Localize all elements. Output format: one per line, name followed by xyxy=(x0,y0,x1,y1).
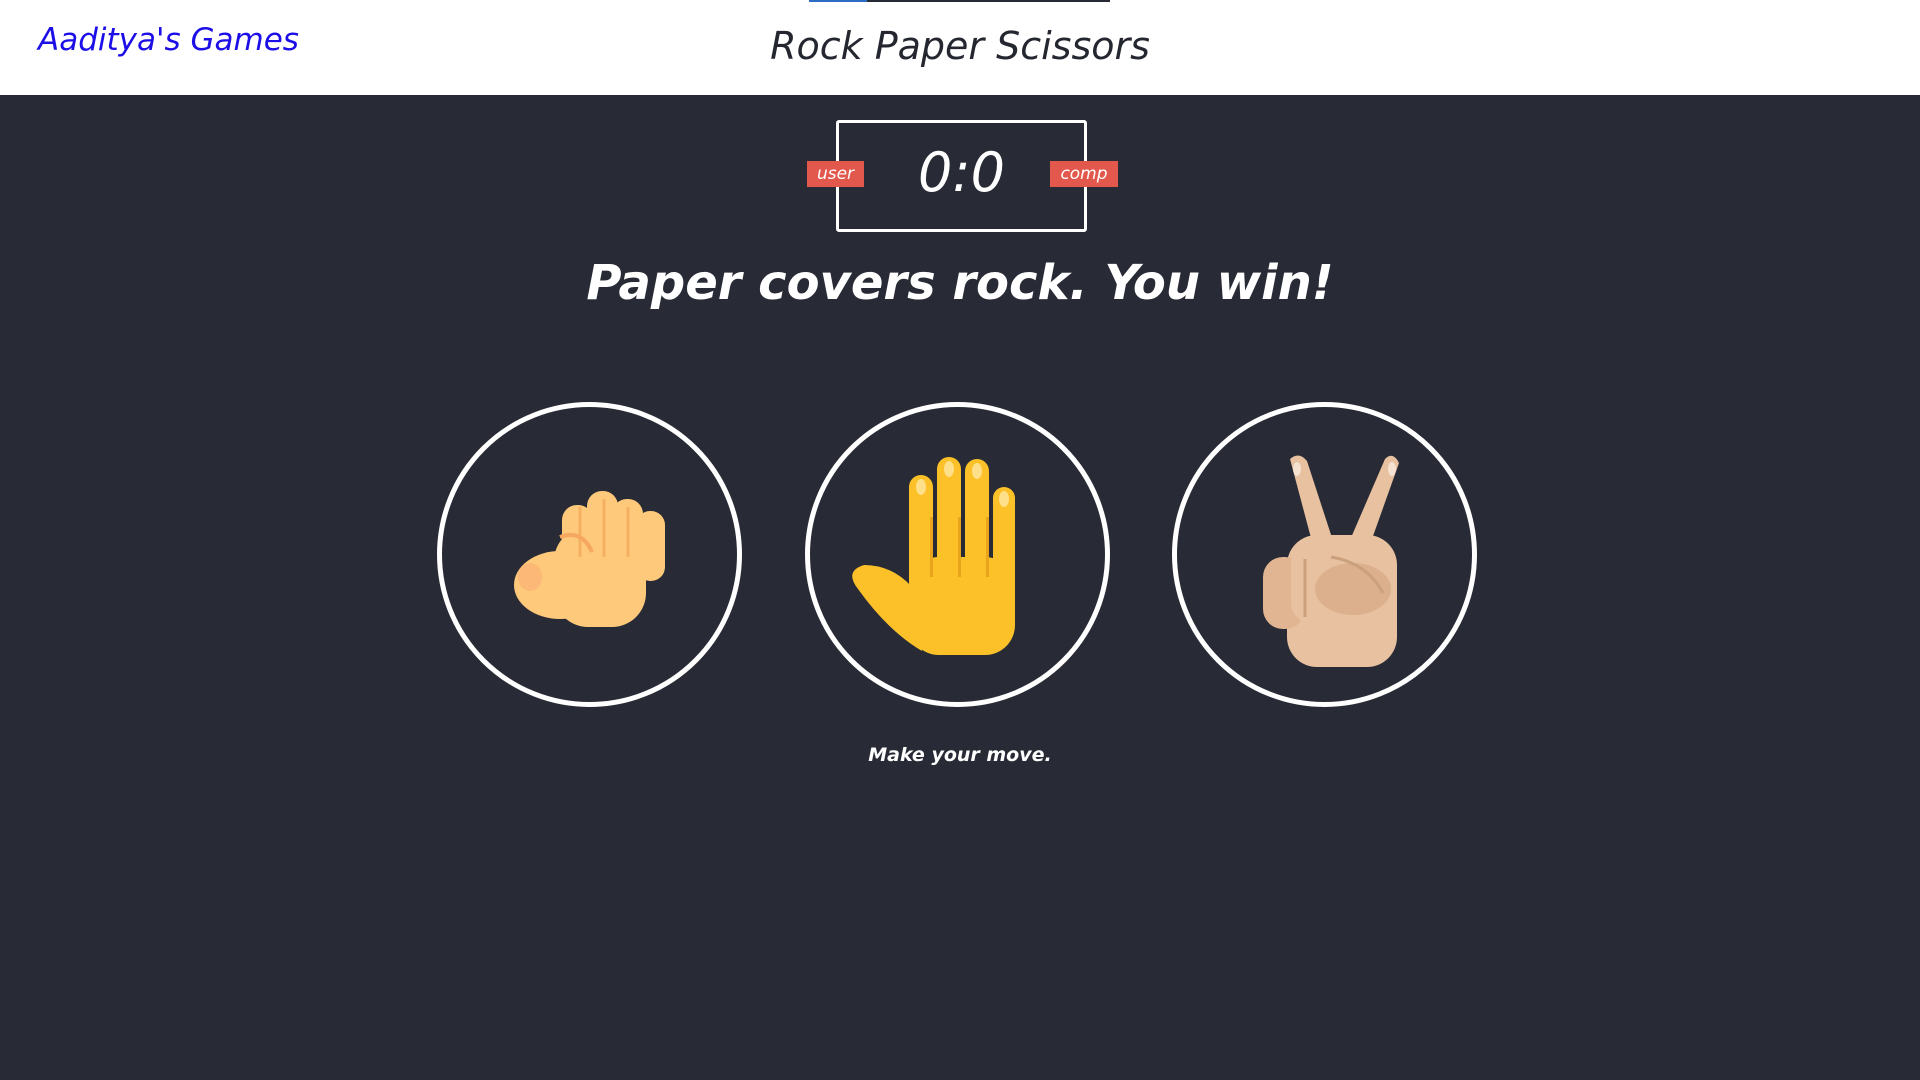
user-badge: user xyxy=(807,161,864,187)
header-accent-highlight xyxy=(809,0,867,2)
paper-choice-button[interactable] xyxy=(805,402,1110,707)
score-display: 0:0 xyxy=(918,141,1005,204)
comp-badge: comp xyxy=(1050,161,1118,187)
raised-fist-icon xyxy=(514,491,665,627)
move-prompt: Make your move. xyxy=(868,744,1052,766)
page-title: Rock Paper Scissors xyxy=(770,24,1150,68)
result-message: Paper covers rock. You win! xyxy=(586,255,1334,311)
header: Aaditya's Games Rock Paper Scissors xyxy=(0,0,1920,95)
rock-choice-button[interactable] xyxy=(437,402,742,707)
raised-hand-icon xyxy=(852,457,1015,655)
victory-hand-icon xyxy=(1263,455,1399,667)
scissors-choice-button[interactable] xyxy=(1172,402,1477,707)
